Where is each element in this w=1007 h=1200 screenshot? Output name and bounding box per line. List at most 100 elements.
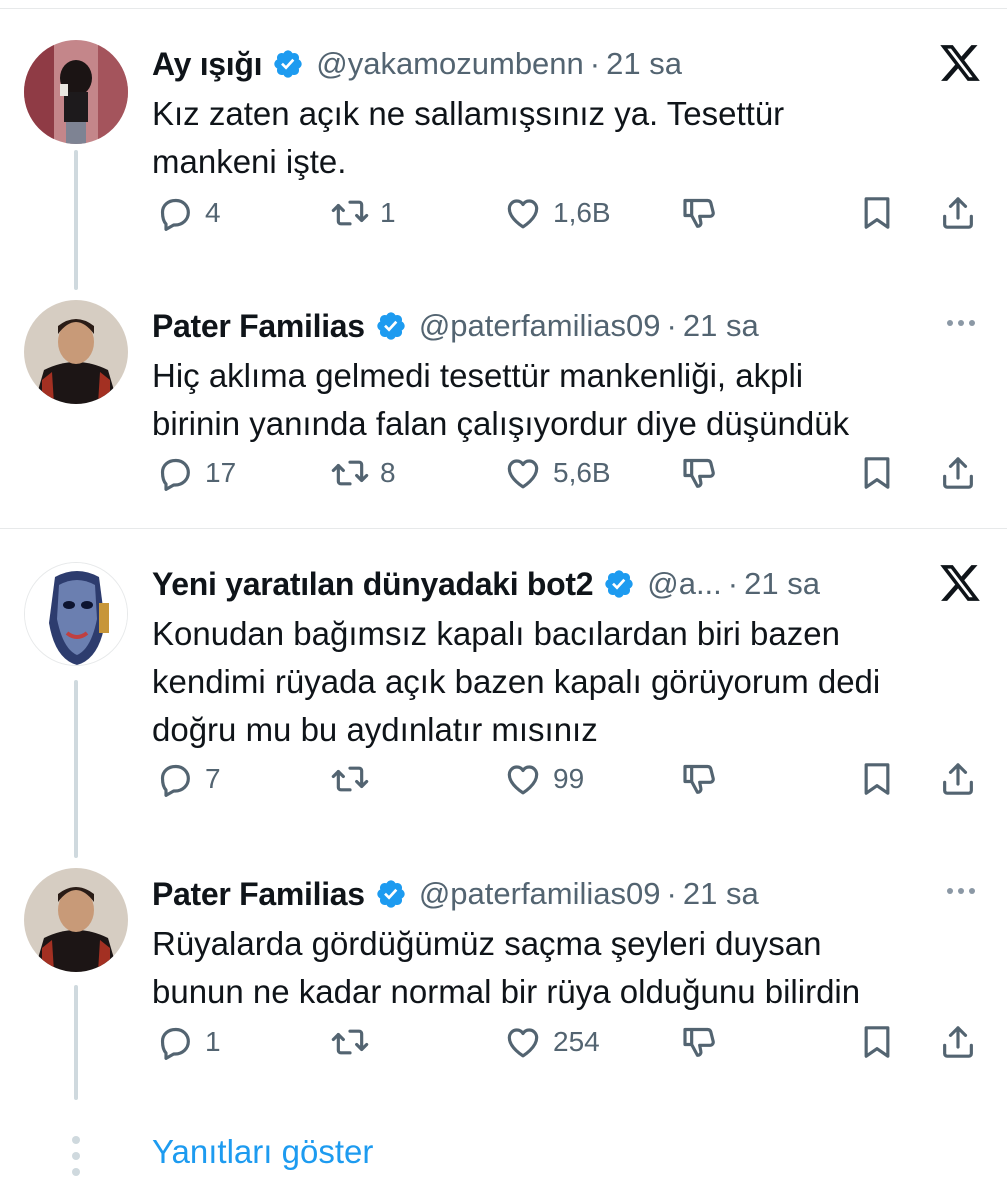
avatar-photo [24,868,128,972]
timestamp[interactable]: 21 sa [744,566,820,602]
tweet-header: Pater Familias @paterfamilias09 · 21 sa [152,872,937,916]
share-button[interactable] [938,188,978,238]
avatar-photo [24,300,128,404]
user-handle[interactable]: @paterfamilias09 [419,876,661,912]
retweet-button[interactable] [330,1017,380,1067]
reply-button[interactable]: 7 [155,754,221,804]
retweet-button[interactable] [330,754,380,804]
retweet-icon [331,460,369,486]
retweet-button[interactable]: 8 [330,448,396,498]
downvote-button[interactable] [680,188,720,238]
separator-dot: · [727,566,739,601]
avatar[interactable] [24,868,128,972]
tweet[interactable]: Pater Familias @paterfamilias09 · 21 sa … [0,864,1007,1074]
reply-count: 17 [205,457,237,488]
reply-count: 7 [205,763,221,794]
tweet-header: Yeni yaratılan dünyadaki bot2 @a... · 21… [152,562,937,606]
x-logo-icon [937,40,983,86]
show-replies-row: Yanıtları göster [0,1128,1007,1178]
reply-icon [160,458,190,491]
tweet-text-line: mankeni işte. [152,143,347,180]
more-options-icon[interactable] [941,876,981,906]
like-count: 5,6B [553,457,611,488]
thumbs-down-icon [683,198,715,228]
bookmark-icon [864,763,890,795]
retweet-count: 8 [380,457,396,488]
verified-badge-icon [377,880,405,908]
tweet-header: Pater Familias @paterfamilias09 · 21 sa [152,304,937,348]
avatar-photo [24,40,128,144]
timestamp[interactable]: 21 sa [683,876,759,912]
bookmark-button[interactable] [857,188,897,238]
timestamp[interactable]: 21 sa [606,46,682,82]
tweet-actions: 17 8 5,6B [0,448,1007,498]
separator-dot: · [589,46,601,81]
avatar[interactable] [24,562,128,666]
tweet-text-line: birinin yanında falan çalışıyordur diye … [152,405,850,442]
like-count: 99 [553,763,585,794]
like-button[interactable]: 99 [503,754,584,804]
tweet-text-line: Hiç aklıma gelmedi tesettür mankenliği, … [152,357,804,394]
tweet-text-line: Kız zaten açık ne sallamışsınız ya. Tese… [152,95,785,132]
bookmark-button[interactable] [857,754,897,804]
retweet-button[interactable]: 1 [330,188,396,238]
user-handle[interactable]: @paterfamilias09 [419,308,661,344]
tweet-actions: 7 99 [0,754,1007,804]
bookmark-icon [864,1026,890,1058]
heart-icon [507,765,539,795]
thumbs-down-icon [683,764,715,794]
more-options-icon[interactable] [941,308,981,338]
tweet-text: Kız zaten açık ne sallamışsınız ya. Tese… [152,90,982,186]
avatar-photo [25,563,127,665]
like-count: 1,6B [553,197,611,228]
downvote-button[interactable] [680,1017,720,1067]
tweet-text-line: doğru mu bu aydınlatır mısınız [152,711,598,748]
tweet-text-line: kendimi rüyada açık bazen kapalı görüyor… [152,663,881,700]
separator-dot: · [666,308,677,343]
display-name[interactable]: Yeni yaratılan dünyadaki bot2 [152,566,594,603]
retweet-icon [331,1029,369,1055]
bookmark-button[interactable] [857,448,897,498]
share-button[interactable] [938,754,978,804]
timestamp[interactable]: 21 sa [683,308,759,344]
downvote-button[interactable] [680,754,720,804]
tweet[interactable]: Ay ışığı @yakamozumbenn · 21 sa Kız zate… [0,34,1007,254]
bookmark-icon [864,197,890,229]
display-name[interactable]: Pater Familias [152,308,365,345]
like-button[interactable]: 1,6B [503,188,611,238]
tweet[interactable]: Yeni yaratılan dünyadaki bot2 @a... · 21… [0,554,1007,814]
share-icon [943,1026,973,1058]
retweet-count: 1 [380,197,396,228]
like-button[interactable]: 5,6B [503,448,611,498]
thumbs-down-icon [683,458,715,488]
share-button[interactable] [938,448,978,498]
thumbs-down-icon [683,1027,715,1057]
reply-count: 4 [205,197,221,228]
reply-button[interactable]: 1 [155,1017,221,1067]
share-icon [943,763,973,795]
like-count: 254 [553,1026,600,1057]
show-replies-link[interactable]: Yanıtları göster [152,1128,373,1176]
tweet-text: Rüyalarda gördüğümüz saçma şeyleri duysa… [152,920,982,1016]
bookmark-button[interactable] [857,1017,897,1067]
tweet-text: Hiç aklıma gelmedi tesettür mankenliği, … [152,352,982,448]
avatar[interactable] [24,40,128,144]
thread-divider [0,528,1007,529]
verified-badge-icon [377,312,405,340]
downvote-button[interactable] [680,448,720,498]
tweet-actions: 1 254 [0,1017,1007,1067]
user-handle[interactable]: @a... [647,566,722,602]
display-name[interactable]: Ay ışığı [152,46,263,83]
like-button[interactable]: 254 [503,1017,600,1067]
tweet-text: Konudan bağımsız kapalı bacılardan biri … [152,610,982,754]
share-button[interactable] [938,1017,978,1067]
tweet[interactable]: Pater Familias @paterfamilias09 · 21 sa … [0,296,1007,506]
top-divider [0,8,1007,9]
tweet-text-line: Rüyalarda gördüğümüz saçma şeyleri duysa… [152,925,822,962]
avatar[interactable] [24,300,128,404]
display-name[interactable]: Pater Familias [152,876,365,913]
reply-button[interactable]: 17 [155,448,236,498]
user-handle[interactable]: @yakamozumbenn [316,46,584,82]
reply-button[interactable]: 4 [155,188,221,238]
heart-icon [507,199,539,229]
